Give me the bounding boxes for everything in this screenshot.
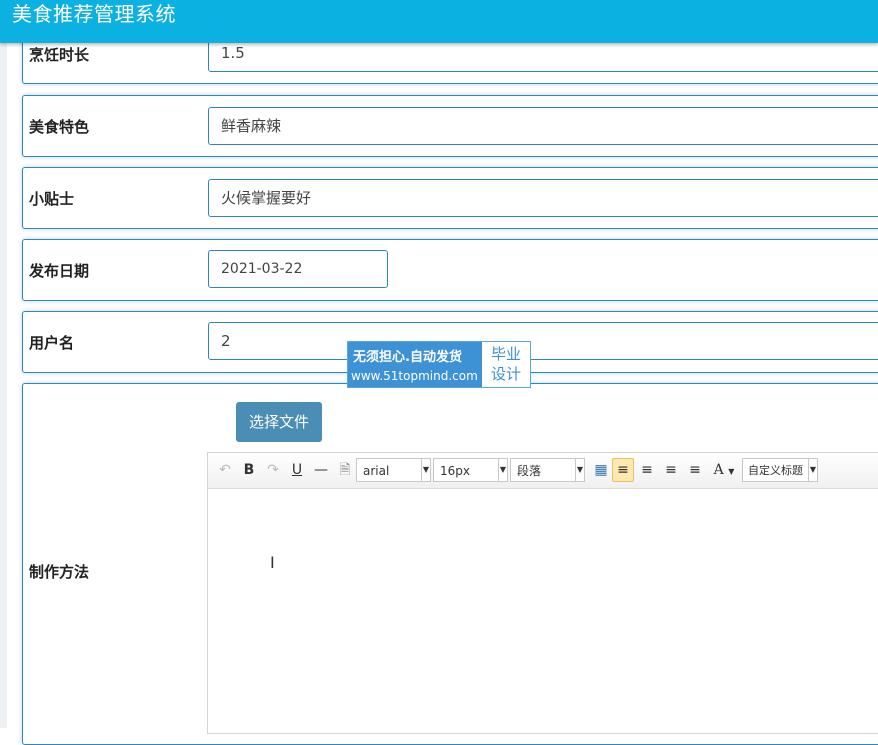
watermark-text-2: www.51topmind.com (351, 369, 478, 383)
chevron-down-icon: ▼ (808, 459, 817, 481)
font-color-button[interactable]: A ▼ (711, 460, 737, 480)
left-gutter (0, 43, 7, 728)
watermark-right: 毕业 设计 (482, 342, 530, 387)
watermark-badge: 无须担心.自动发货 www.51topmind.com 毕业 设计 (347, 341, 531, 388)
watermark-left: 无须担心.自动发货 www.51topmind.com (348, 342, 482, 387)
username-label: 用户名 (29, 334, 75, 352)
app-title: 美食推荐管理系统 (12, 2, 176, 26)
undo-icon[interactable]: ↶ (216, 460, 234, 480)
table-icon[interactable]: ▦ (592, 460, 610, 480)
tips-label: 小贴士 (29, 190, 75, 208)
chevron-down-icon: ▼ (421, 459, 430, 481)
font-color-label: A (713, 462, 724, 478)
form-row-tips: 小贴士 火候掌握要好 (22, 167, 878, 229)
cook-time-label: 烹饪时长 (29, 46, 90, 64)
method-label: 制作方法 (29, 563, 90, 581)
custom-title-select[interactable]: 自定义标题 ▼ (742, 458, 818, 482)
rich-text-editor: ↶ B ↷ U — 🗎 arial ▼ 16px ▼ 段落 ▼ ▦ ≡ ≡ ≡ … (207, 452, 878, 734)
watermark-text-3: 毕业 (490, 345, 521, 363)
watermark-text-4: 设计 (490, 365, 521, 383)
underline-button[interactable]: U (288, 460, 306, 480)
top-bar: 美食推荐管理系统 (0, 0, 878, 43)
page-icon[interactable]: 🗎 (336, 460, 354, 480)
align-right-icon[interactable]: ≡ (638, 460, 656, 480)
form-row-feature: 美食特色 鲜香麻辣 (22, 95, 878, 157)
text-cursor-icon: I (270, 553, 275, 572)
feature-input[interactable]: 鲜香麻辣 (208, 107, 878, 145)
tips-input[interactable]: 火候掌握要好 (208, 179, 878, 217)
horizontal-rule-icon[interactable]: — (312, 460, 330, 480)
redo-icon[interactable]: ↷ (264, 460, 282, 480)
feature-label: 美食特色 (29, 118, 90, 136)
watermark-text-1: 无须担心.自动发货 (353, 350, 462, 365)
bold-button[interactable]: B (240, 460, 258, 480)
form-row-publish-date: 发布日期 2021-03-22 (22, 239, 878, 301)
publish-date-input[interactable]: 2021-03-22 (208, 250, 388, 288)
chevron-down-icon: ▼ (498, 459, 507, 481)
align-justify-icon[interactable]: ≡ (686, 460, 704, 480)
chevron-down-icon: ▼ (575, 459, 584, 481)
publish-date-label: 发布日期 (29, 262, 90, 280)
font-size-select[interactable]: 16px ▼ (433, 458, 508, 482)
font-family-select[interactable]: arial ▼ (356, 458, 431, 482)
custom-title-value: 自定义标题 (748, 464, 803, 477)
choose-file-button[interactable]: 选择文件 (236, 402, 322, 442)
paragraph-value: 段落 (517, 464, 542, 478)
editor-toolbar: ↶ B ↷ U — 🗎 arial ▼ 16px ▼ 段落 ▼ ▦ ≡ ≡ ≡ … (208, 453, 878, 489)
align-center-icon[interactable]: ≡ (662, 460, 680, 480)
align-left-icon[interactable]: ≡ (612, 458, 634, 482)
font-family-value: arial (363, 464, 390, 478)
font-size-value: 16px (440, 464, 470, 478)
paragraph-select[interactable]: 段落 ▼ (510, 458, 585, 482)
username-input[interactable]: 2 (208, 322, 878, 360)
